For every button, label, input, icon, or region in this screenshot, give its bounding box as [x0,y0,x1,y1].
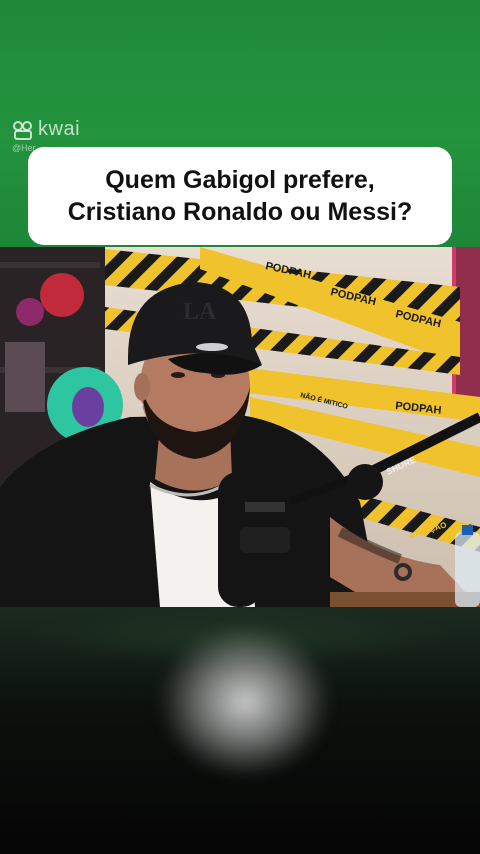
bottom-blurred-area [0,607,480,854]
blurred-face [160,627,330,777]
toy-figure [40,273,84,317]
video-frame[interactable]: PODPAH PODPAH PODPAH PODPAH NÃO É MITICO… [0,247,480,607]
kwai-logo-icon [13,120,32,140]
video-still: PODPAH PODPAH PODPAH PODPAH NÃO É MITICO… [0,247,480,607]
headline-line-2: Cristiano Ronaldo ou Messi? [67,198,413,226]
headline-line-1: Quem Gabigol prefere, [105,166,375,194]
water-bottle [455,532,480,607]
cap-logo: LA [183,299,217,325]
headline-card: Quem Gabigol prefere, Cristiano Ronaldo … [28,147,452,245]
kwai-brand-text: kwai [38,118,81,140]
